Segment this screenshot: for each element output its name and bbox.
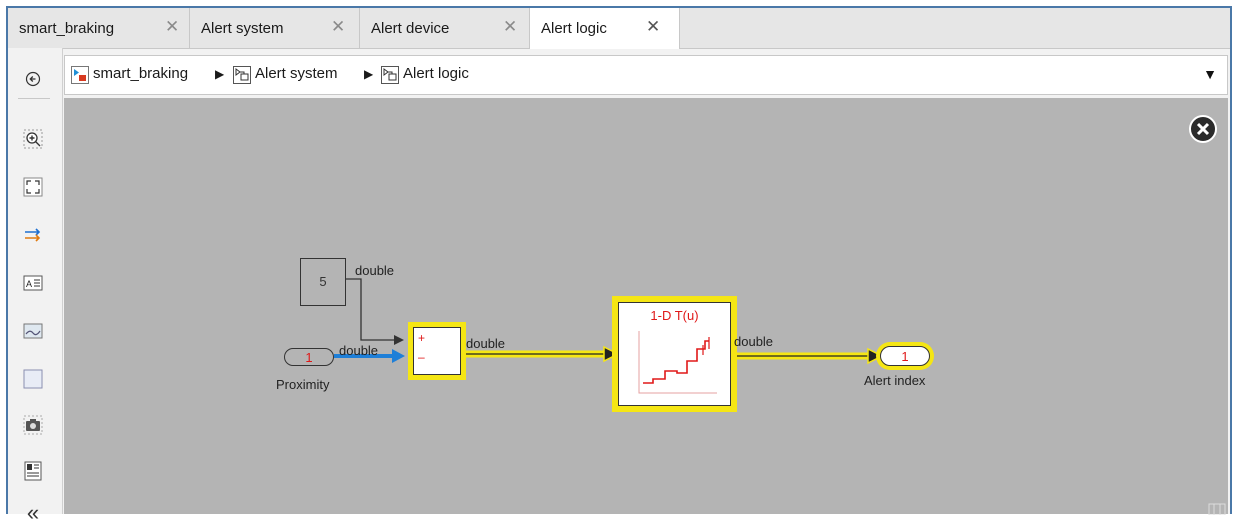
properties-icon[interactable] xyxy=(22,460,44,482)
diagram-canvas[interactable]: 5 double 1 Proximity double + – double 1… xyxy=(64,98,1228,516)
outport-number: 1 xyxy=(901,349,909,364)
subsystem-icon xyxy=(381,66,399,84)
sum-block[interactable]: + – xyxy=(408,322,466,380)
fit-to-view-icon[interactable] xyxy=(22,176,44,198)
tab-smart-braking[interactable]: smart_braking ✕ xyxy=(8,8,190,48)
tab-label: Alert logic xyxy=(541,20,607,37)
signal-type-label: double xyxy=(734,334,774,349)
breadcrumb-item-alert-system[interactable]: Alert system xyxy=(255,65,338,82)
svg-text:A: A xyxy=(26,279,32,289)
breadcrumb-item-smart-braking[interactable]: smart_braking xyxy=(93,65,188,82)
tab-alert-system[interactable]: Alert system ✕ xyxy=(190,8,360,48)
tab-label: Alert device xyxy=(371,20,450,37)
constant-value: 5 xyxy=(319,274,327,289)
breadcrumb-separator-icon: ▶ xyxy=(364,67,374,81)
breadcrumb-item-alert-logic[interactable]: Alert logic xyxy=(403,65,469,82)
signal-type-label: double xyxy=(466,336,506,351)
close-icon[interactable]: ✕ xyxy=(646,17,660,37)
close-icon[interactable]: ✕ xyxy=(165,17,179,37)
inport-number: 1 xyxy=(305,350,313,365)
editor-window: smart_braking ✕ Alert system ✕ Alert dev… xyxy=(6,6,1232,525)
close-icon[interactable]: ✕ xyxy=(503,17,517,37)
signal-type-label: double xyxy=(339,343,379,358)
screenshot-icon[interactable] xyxy=(22,414,44,436)
tab-label: Alert system xyxy=(201,20,284,37)
signal-type-label: double xyxy=(355,263,395,278)
zoom-in-icon[interactable] xyxy=(22,128,44,150)
close-icon[interactable]: ✕ xyxy=(331,17,345,37)
tab-bar: smart_braking ✕ Alert system ✕ Alert dev… xyxy=(8,8,1230,49)
annotation-icon[interactable]: A xyxy=(22,272,44,294)
constant-block[interactable]: 5 xyxy=(300,258,346,306)
minus-sign: – xyxy=(418,350,425,364)
image-icon[interactable] xyxy=(22,320,44,342)
plus-sign: + xyxy=(418,331,426,345)
lookup-table-block[interactable]: 1-D T(u) xyxy=(612,296,737,412)
subsystem-icon xyxy=(233,66,251,84)
inport-block[interactable]: 1 xyxy=(284,348,334,366)
lookup-label: 1-D T(u) xyxy=(650,308,699,323)
tab-label: smart_braking xyxy=(19,20,115,37)
outport-block[interactable]: 1 xyxy=(876,342,934,370)
model-icon xyxy=(71,66,89,84)
outport-name: Alert index xyxy=(864,373,926,388)
breadcrumb: smart_braking ▶ Alert system ▶ Alert log… xyxy=(64,55,1228,95)
inport-name: Proximity xyxy=(276,377,330,392)
breadcrumb-separator-icon: ▶ xyxy=(215,67,225,81)
canvas-toolstrip: A « xyxy=(8,48,63,525)
back-icon[interactable] xyxy=(22,68,44,90)
collapse-icon[interactable]: « xyxy=(22,500,44,525)
chevron-down-icon[interactable]: ▼ xyxy=(1203,66,1217,82)
area-icon[interactable] xyxy=(22,368,44,390)
signal-lines-icon[interactable] xyxy=(22,224,44,246)
resize-grip-icon[interactable] xyxy=(1208,502,1226,516)
tab-alert-logic[interactable]: Alert logic ✕ xyxy=(530,8,680,49)
lookup-curve-icon xyxy=(638,331,717,394)
tab-alert-device[interactable]: Alert device ✕ xyxy=(360,8,530,48)
